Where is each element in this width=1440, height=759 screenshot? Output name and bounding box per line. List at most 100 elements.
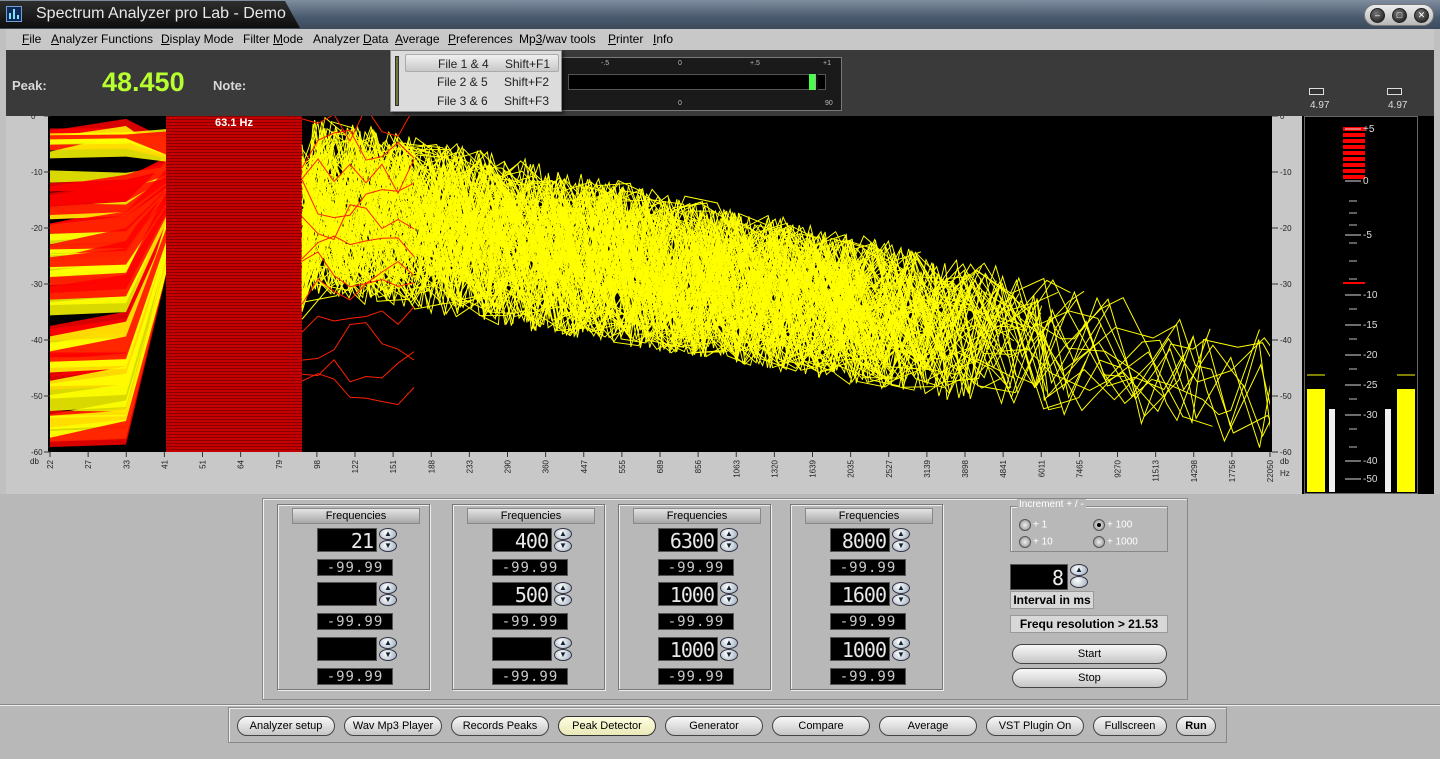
spin-down-icon[interactable]: ▼: [720, 540, 738, 552]
frequency-input[interactable]: 500: [492, 582, 552, 607]
peak-value: 48.450: [102, 67, 185, 97]
menu-info[interactable]: Info: [653, 32, 673, 46]
frequency-spinner[interactable]: ▲ ▼: [892, 528, 910, 552]
compare-button[interactable]: Compare: [772, 716, 870, 736]
menu-filter-mode[interactable]: Filter Mode: [243, 32, 303, 46]
frequency-input[interactable]: 1000: [830, 637, 890, 662]
menu-average[interactable]: Average: [395, 32, 440, 46]
stop-button[interactable]: Stop: [1012, 668, 1167, 688]
records-peaks-button[interactable]: Records Peaks: [451, 716, 549, 736]
spin-down-icon[interactable]: ▼: [554, 540, 572, 552]
frequency-spinner[interactable]: ▲ ▼: [892, 582, 910, 606]
spin-down-icon[interactable]: ▼: [892, 649, 910, 661]
y-tick-label: -60: [1280, 448, 1292, 457]
spin-down-icon[interactable]: ▼: [554, 594, 572, 606]
spin-up-icon[interactable]: ▲: [892, 637, 910, 649]
analyzer-setup-button[interactable]: Analyzer setup: [237, 716, 335, 736]
radio-icon[interactable]: [1019, 536, 1031, 548]
x-tick-label: 14298: [1190, 459, 1199, 482]
frequency-input[interactable]: 6300: [658, 528, 718, 553]
frequency-spinner[interactable]: ▲ ▼: [554, 637, 572, 661]
spin-down-icon[interactable]: ▼: [720, 594, 738, 606]
frequency-spinner[interactable]: ▲ ▼: [720, 637, 738, 661]
spin-down-icon[interactable]: ▼: [892, 540, 910, 552]
increment-option-100[interactable]: + 100: [1093, 519, 1132, 531]
spin-down-icon[interactable]: ▼: [379, 594, 397, 606]
frequency-spinner[interactable]: ▲ ▼: [554, 528, 572, 552]
increment-option-10[interactable]: + 10: [1019, 536, 1053, 548]
frequency-input[interactable]: 8000: [830, 528, 890, 553]
frequency-spinner[interactable]: ▲ ▼: [720, 582, 738, 606]
frequency-spinner[interactable]: ▲ ▼: [554, 582, 572, 606]
frequency-input[interactable]: [492, 637, 552, 661]
menu-analyzer-data[interactable]: Analyzer Data: [313, 32, 388, 46]
spectrum-display[interactable]: 0 0 -10 -10 -20 -20 -30 -30 -40 -40 -50 -50 -60 -60 db…: [6, 116, 1434, 494]
frequency-spinner[interactable]: ▲ ▼: [379, 637, 397, 661]
dropdown-item-file-3-6[interactable]: File 3 & 6 Shift+F3: [405, 92, 559, 110]
level-readout: -99.99: [658, 668, 734, 685]
spin-down-icon[interactable]: ▼: [379, 540, 397, 552]
frequency-box-title: Frequencies: [467, 508, 595, 524]
start-button[interactable]: Start: [1012, 644, 1167, 664]
radio-icon[interactable]: [1093, 536, 1105, 548]
menu-analyzer-functions[interactable]: Analyzer Functions: [51, 32, 153, 46]
dropdown-item-file-1-4[interactable]: File 1 & 4 Shift+F1: [405, 54, 559, 72]
frequency-spinner[interactable]: ▲ ▼: [379, 528, 397, 552]
vst-plugin-on-button[interactable]: VST Plugin On: [986, 716, 1084, 736]
spin-down-icon[interactable]: ▼: [379, 649, 397, 661]
spin-down-icon[interactable]: ▼: [892, 594, 910, 606]
frequency-spinner[interactable]: ▲ ▼: [720, 528, 738, 552]
frequency-spinner[interactable]: ▲ ▼: [379, 582, 397, 606]
average-button[interactable]: Average: [879, 716, 977, 736]
app-icon[interactable]: [6, 6, 22, 22]
menu-printer[interactable]: Printer: [608, 32, 643, 46]
title-bar[interactable]: Spectrum Analyzer pro Lab - Demo – □ ✕: [0, 0, 1440, 29]
level-readout: -99.99: [830, 668, 906, 685]
spin-up-icon[interactable]: ▲: [720, 582, 738, 594]
radio-label: + 100: [1107, 519, 1133, 531]
spin-up-icon[interactable]: ▲: [892, 528, 910, 540]
spin-up-icon[interactable]: ▲: [892, 582, 910, 594]
fullscreen-button[interactable]: Fullscreen: [1093, 716, 1167, 736]
frequency-box-title: Frequencies: [633, 508, 761, 524]
spin-up-icon[interactable]: ▲: [379, 528, 397, 540]
spin-up-icon[interactable]: ▲: [379, 637, 397, 649]
minimize-icon[interactable]: –: [1370, 8, 1385, 23]
spin-up-icon[interactable]: ▲: [379, 582, 397, 594]
dropdown-item-file-2-5[interactable]: File 2 & 5 Shift+F2: [405, 73, 559, 91]
radio-icon[interactable]: [1019, 519, 1031, 531]
radio-icon[interactable]: [1093, 519, 1105, 531]
menu-file[interactable]: File: [22, 32, 41, 46]
run-button[interactable]: Run: [1176, 716, 1216, 736]
frequency-input[interactable]: 1600: [830, 582, 890, 607]
frequency-spinner[interactable]: ▲ ▼: [892, 637, 910, 661]
spin-up-icon[interactable]: ▲: [554, 637, 572, 649]
frequency-input[interactable]: [317, 637, 377, 661]
increment-option-1000[interactable]: + 1000: [1093, 536, 1138, 548]
spin-down-icon[interactable]: ▼: [720, 649, 738, 661]
spin-up-icon[interactable]: ▲: [554, 582, 572, 594]
spin-down-icon[interactable]: [1070, 576, 1088, 588]
maximize-icon[interactable]: □: [1392, 8, 1407, 23]
close-icon[interactable]: ✕: [1414, 8, 1429, 23]
frequency-input[interactable]: [317, 582, 377, 606]
spin-up-icon[interactable]: ▲: [554, 528, 572, 540]
spin-up-icon[interactable]: ▲: [720, 528, 738, 540]
spin-up-icon[interactable]: ▲: [1070, 564, 1088, 576]
menu-preferences[interactable]: Preferences: [448, 32, 513, 46]
menu-display-mode[interactable]: Display Mode: [161, 32, 234, 46]
x-tick-label: 41: [160, 459, 169, 468]
spin-up-icon[interactable]: ▲: [720, 637, 738, 649]
menu-mp3-wav-tools[interactable]: Mp3/wav tools: [519, 32, 596, 46]
frequency-input[interactable]: 400: [492, 528, 552, 553]
generator-button[interactable]: Generator: [665, 716, 763, 736]
frequency-input[interactable]: 1000: [658, 637, 718, 662]
x-tick-label: 3139: [923, 459, 932, 477]
interval-spinner[interactable]: ▲: [1070, 564, 1088, 588]
wav-mp3-player-button[interactable]: Wav Mp3 Player: [344, 716, 442, 736]
spin-down-icon[interactable]: ▼: [554, 649, 572, 661]
increment-option-1[interactable]: + 1: [1019, 519, 1047, 531]
frequency-input[interactable]: 21: [317, 528, 377, 553]
peak-detector-button[interactable]: Peak Detector: [558, 716, 656, 736]
frequency-input[interactable]: 1000: [658, 582, 718, 607]
